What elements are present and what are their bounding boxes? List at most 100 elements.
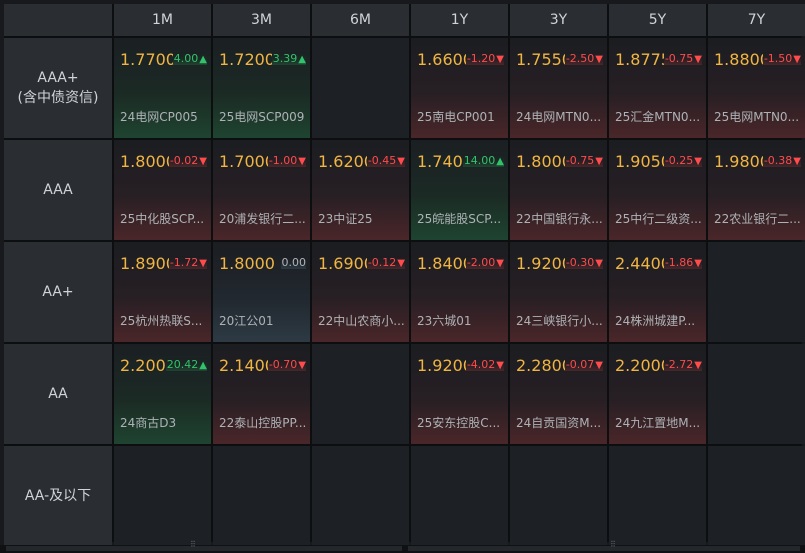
change-value: -2.00 — [466, 256, 496, 269]
change-value: -0.70 — [268, 358, 298, 371]
quote-cell[interactable]: 1.6900 -0.12▼ 22中山农商小... — [312, 242, 409, 342]
change-value: 3.39 — [272, 52, 298, 65]
scrollbar-thumb-right[interactable] — [408, 546, 800, 551]
quote-cell[interactable]: 1.8400 -2.00▼ 23六城01 — [411, 242, 508, 342]
bond-name: 25杭州热联S... — [120, 314, 203, 328]
quote-cell[interactable]: 1.7200 3.39▲ 25电网SCP009 — [213, 38, 310, 138]
quote-cell[interactable]: 1.9800 -0.38▼ 22农业银行二... — [708, 140, 805, 240]
bond-name: 24三峡银行小... — [516, 314, 603, 328]
change-value: -2.72 — [664, 358, 694, 371]
arrow-down-icon: ▼ — [199, 156, 207, 167]
quote-cell[interactable]: 1.9200 -4.02▼ 25安东控股C... — [411, 344, 508, 444]
arrow-down-icon: ▼ — [298, 360, 306, 371]
change-indicator: -1.20▼ — [465, 52, 504, 65]
quote-cell[interactable]: 1.6600 -1.20▼ 25南电CP001 — [411, 38, 508, 138]
empty-cell — [609, 446, 706, 546]
arrow-down-icon: ▼ — [793, 156, 801, 167]
bond-name: 25南电CP001 — [417, 110, 495, 124]
change-value: -2.50 — [565, 52, 595, 65]
bond-name: 24电网MTN0... — [516, 110, 602, 124]
change-value: -0.12 — [367, 256, 397, 269]
quote-cell[interactable]: 1.8000 -0.75▼ 22中国银行永... — [510, 140, 607, 240]
quote-cell[interactable]: 1.7550 -2.50▼ 24电网MTN0... — [510, 38, 607, 138]
change-indicator: -1.72▼ — [168, 256, 207, 269]
header-corner — [4, 4, 112, 36]
change-indicator: -2.50▼ — [564, 52, 603, 65]
arrow-down-icon: ▼ — [694, 258, 702, 269]
quote-cell[interactable]: 1.7000 -1.00▼ 20浦发银行二... — [213, 140, 310, 240]
arrow-down-icon: ▼ — [496, 54, 504, 65]
bond-name: 22泰山控股PP... — [219, 416, 307, 430]
arrow-down-icon: ▼ — [298, 156, 306, 167]
quote-cell[interactable]: 1.6200 -0.45▼ 23中证25 — [312, 140, 409, 240]
resize-grip-icon[interactable]: ⠿ — [610, 540, 616, 549]
change-indicator: -0.38▼ — [762, 154, 801, 167]
quote-cell[interactable]: 1.9050 -0.25▼ 25中行二级资... — [609, 140, 706, 240]
empty-cell — [510, 446, 607, 546]
change-indicator: 3.39▲ — [271, 52, 306, 65]
bond-name: 22中山农商小... — [318, 314, 405, 328]
bond-name: 20江公01 — [219, 314, 274, 328]
empty-cell — [312, 344, 409, 444]
column-header-6m[interactable]: 6M — [312, 4, 409, 36]
bond-name: 25中化股SCP... — [120, 212, 205, 226]
quote-cell[interactable]: 2.2000 -2.72▼ 24九江置地M... — [609, 344, 706, 444]
quote-cell[interactable]: 1.8000 -0.02▼ 25中化股SCP... — [114, 140, 211, 240]
change-value: 14.00 — [463, 154, 496, 167]
change-indicator: -0.70▼ — [267, 358, 306, 371]
change-indicator: -0.45▼ — [366, 154, 405, 167]
bond-name: 24自贡国资M... — [516, 416, 602, 430]
quote-cell[interactable]: 2.2000 20.42▲ 24商古D3 — [114, 344, 211, 444]
bond-name: 25电网SCP009 — [219, 110, 305, 124]
bond-name: 25电网MTN0... — [714, 110, 800, 124]
quote-cell[interactable]: 1.8800 -1.50▼ 25电网MTN0... — [708, 38, 805, 138]
column-header-7y[interactable]: 7Y — [708, 4, 805, 36]
quote-cell[interactable]: 1.8900 -1.72▼ 25杭州热联S... — [114, 242, 211, 342]
quote-cell[interactable]: 1.9200 -0.30▼ 24三峡银行小... — [510, 242, 607, 342]
empty-cell — [114, 446, 211, 546]
empty-cell — [708, 242, 805, 342]
change-indicator: 20.42▲ — [165, 358, 207, 371]
empty-cell — [708, 344, 805, 444]
quote-cell[interactable]: 2.1400 -0.70▼ 22泰山控股PP... — [213, 344, 310, 444]
quote-cell[interactable]: 1.8000 0.00 20江公01 — [213, 242, 310, 342]
row-rating-sublabel: (含中债资信) — [17, 90, 99, 106]
change-indicator: 14.00▲ — [462, 154, 504, 167]
bond-name: 24九江置地M... — [615, 416, 701, 430]
quote-cell[interactable]: 2.4400 -1.86▼ 24株洲城建P... — [609, 242, 706, 342]
arrow-down-icon: ▼ — [496, 360, 504, 371]
row-label: AA-及以下 — [4, 446, 112, 546]
empty-cell — [312, 38, 409, 138]
column-header-3y[interactable]: 3Y — [510, 4, 607, 36]
change-indicator: -0.07▼ — [564, 358, 603, 371]
arrow-down-icon: ▼ — [694, 156, 702, 167]
change-indicator: -2.00▼ — [465, 256, 504, 269]
change-indicator: -0.75▼ — [663, 52, 702, 65]
quote-cell[interactable]: 1.8775 -0.75▼ 25汇金MTN0... — [609, 38, 706, 138]
quote-cell[interactable]: 1.7400 14.00▲ 25皖能股SCP... — [411, 140, 508, 240]
change-value: -1.72 — [169, 256, 199, 269]
change-indicator: -0.25▼ — [663, 154, 702, 167]
quote-cell[interactable]: 1.7700 4.00▲ 24电网CP005 — [114, 38, 211, 138]
resize-grip-icon[interactable]: ⠿ — [190, 540, 196, 549]
arrow-down-icon: ▼ — [595, 360, 603, 371]
column-header-1m[interactable]: 1M — [114, 4, 211, 36]
column-header-3m[interactable]: 3M — [213, 4, 310, 36]
column-header-1y[interactable]: 1Y — [411, 4, 508, 36]
change-indicator: -1.86▼ — [663, 256, 702, 269]
quote-cell[interactable]: 2.2800 -0.07▼ 24自贡国资M... — [510, 344, 607, 444]
bond-name: 22农业银行二... — [714, 212, 801, 226]
arrow-up-icon: ▲ — [199, 360, 207, 371]
row-rating-label: AA — [48, 386, 68, 402]
change-indicator: 4.00▲ — [172, 52, 207, 65]
arrow-up-icon: ▲ — [496, 156, 504, 167]
change-indicator: -2.72▼ — [663, 358, 702, 371]
bond-name: 23六城01 — [417, 314, 472, 328]
change-value: -0.25 — [664, 154, 694, 167]
bond-name: 25安东控股C... — [417, 416, 501, 430]
change-value: -1.50 — [763, 52, 793, 65]
scrollbar-thumb-left[interactable] — [6, 546, 402, 551]
row-label: AA — [4, 344, 112, 444]
column-header-5y[interactable]: 5Y — [609, 4, 706, 36]
arrow-down-icon: ▼ — [397, 258, 405, 269]
